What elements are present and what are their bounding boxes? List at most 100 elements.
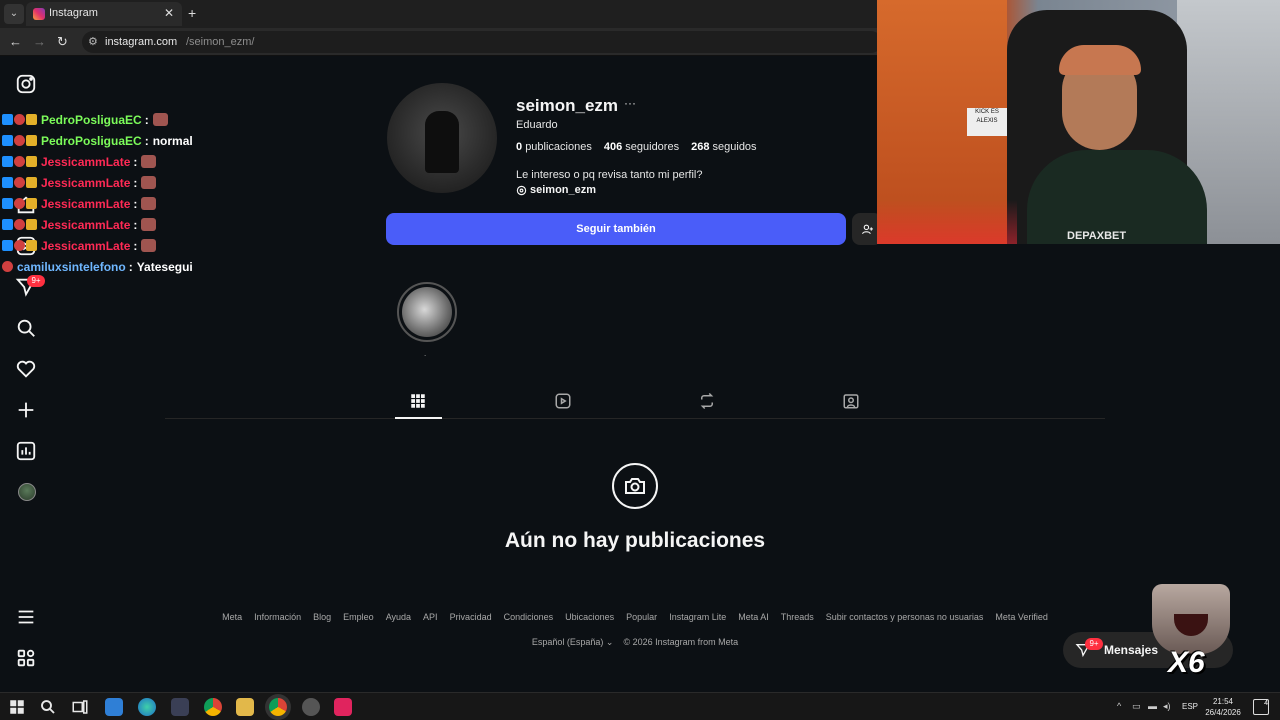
chat-emote-icon: [141, 197, 157, 210]
tab-reposts[interactable]: [695, 390, 719, 412]
posts-stat: 0 publicaciones: [516, 141, 592, 153]
chat-badges: [2, 219, 37, 230]
close-tab-icon[interactable]: ✕: [164, 6, 174, 20]
windows-start-icon[interactable]: [8, 698, 26, 716]
file-explorer-icon[interactable]: [236, 698, 254, 716]
empty-state-title: Aún no hay publicaciones: [504, 529, 766, 552]
reels-tab-icon: [555, 393, 571, 409]
footer-link[interactable]: Empleo: [343, 612, 374, 622]
task-view-icon[interactable]: [71, 698, 89, 716]
stream-chat-overlay: PedroPosliguaEC: PedroPosliguaEC: normal Je…: [2, 109, 262, 277]
url-path: /seimon_ezm/: [186, 36, 255, 48]
footer-link[interactable]: Subir contactos y personas no usuarias: [826, 612, 984, 622]
footer-link[interactable]: Popular: [626, 612, 657, 622]
address-bar[interactable]: ⚙ instagram.com /seimon_ezm/: [82, 31, 882, 53]
chat-badge-icon: [26, 240, 37, 251]
tab-tagged[interactable]: [839, 390, 863, 412]
follow-back-button[interactable]: Seguir también: [386, 213, 846, 245]
webcam-led-light: [877, 200, 1017, 244]
tray-chevron-up-icon[interactable]: ^: [1117, 701, 1121, 711]
back-arrow-icon[interactable]: ←: [9, 34, 22, 49]
chat-username[interactable]: JessicammLate: [41, 218, 130, 232]
create-plus-icon[interactable]: [14, 398, 38, 422]
edge-browser-icon[interactable]: [138, 698, 156, 716]
chrome-icon[interactable]: [204, 698, 222, 716]
messages-label: Mensajes: [1104, 643, 1159, 657]
footer-link[interactable]: Meta Verified: [995, 612, 1048, 622]
tray-language[interactable]: ESP: [1182, 702, 1198, 711]
footer-link[interactable]: Ayuda: [386, 612, 411, 622]
reload-icon[interactable]: ↻: [57, 34, 68, 50]
chrome-active-icon[interactable]: [269, 698, 287, 716]
chat-username[interactable]: PedroPosliguaEC: [41, 134, 142, 148]
profile-avatar[interactable]: [18, 483, 36, 501]
footer-link[interactable]: Blog: [313, 612, 331, 622]
chat-badge-icon: [14, 219, 25, 230]
chat-username[interactable]: JessicammLate: [41, 239, 130, 253]
tiktok-app-icon[interactable]: [334, 698, 352, 716]
footer-link[interactable]: Meta: [222, 612, 242, 622]
also-from-meta-icon[interactable]: [14, 646, 38, 670]
obs-app-icon[interactable]: [302, 698, 320, 716]
chat-badge-icon: [2, 198, 13, 209]
followers-count: 406: [603, 141, 623, 153]
tray-volume-icon[interactable]: ◂): [1163, 701, 1171, 712]
emote-mouth: [1174, 614, 1208, 636]
footer-link[interactable]: Threads: [781, 612, 814, 622]
chat-username[interactable]: JessicammLate: [41, 176, 130, 190]
footer-link[interactable]: Meta AI: [738, 612, 769, 622]
footer-link[interactable]: Instagram Lite: [669, 612, 726, 622]
profile-picture-figure: [425, 111, 459, 173]
chat-username[interactable]: PedroPosliguaEC: [41, 113, 142, 127]
footer-link[interactable]: API: [423, 612, 438, 622]
new-tab-button[interactable]: +: [188, 5, 196, 21]
chat-badge-icon: [26, 135, 37, 146]
chat-message: JessicammLate:: [2, 193, 262, 214]
footer-link[interactable]: Información: [254, 612, 301, 622]
footer-link[interactable]: Privacidad: [450, 612, 492, 622]
forward-arrow-icon[interactable]: →: [33, 34, 46, 49]
chat-badge-icon: [26, 114, 37, 125]
tray-clock[interactable]: 21:54 26/4/2026: [1200, 696, 1246, 718]
search-icon[interactable]: [14, 316, 38, 340]
active-tab-indicator: [395, 417, 442, 419]
footer-link[interactable]: Condiciones: [504, 612, 554, 622]
story-highlight[interactable]: [397, 282, 457, 342]
webcam-sign: KICK ES ALEXIS: [967, 108, 1007, 136]
browser-tab[interactable]: Instagram ✕: [26, 2, 182, 26]
webcam-shirt-text: DEPAXBET: [1067, 230, 1127, 242]
profile-picture[interactable]: [387, 83, 497, 193]
store-app-icon[interactable]: [171, 698, 189, 716]
mail-app-icon[interactable]: [105, 698, 123, 716]
notification-center-icon[interactable]: 4: [1253, 699, 1269, 715]
chat-badge-icon: [14, 177, 25, 188]
threads-link[interactable]: seimon_ezm: [516, 184, 596, 196]
chat-username[interactable]: JessicammLate: [41, 155, 130, 169]
tray-battery-icon[interactable]: ▬: [1148, 701, 1157, 711]
instagram-logo-icon[interactable]: [14, 72, 38, 96]
followers-stat[interactable]: 406 seguidores: [604, 141, 679, 153]
chat-badge-icon: [2, 219, 13, 230]
tray-network-icon[interactable]: ▭: [1132, 701, 1141, 712]
heart-icon[interactable]: [14, 357, 38, 381]
taskbar-search-icon[interactable]: [39, 698, 57, 716]
tab-posts-grid[interactable]: [406, 390, 430, 412]
tab-reels[interactable]: [551, 390, 575, 412]
more-options-icon[interactable]: ···: [624, 96, 636, 110]
chat-username[interactable]: camiluxsintelefono: [17, 260, 126, 274]
chat-separator: :: [133, 196, 138, 211]
chat-username[interactable]: JessicammLate: [41, 197, 130, 211]
tab-search-button[interactable]: ⌄: [4, 4, 24, 24]
language-selector[interactable]: Español (España) ⌄: [532, 637, 614, 648]
chat-separator: :: [133, 154, 138, 169]
chat-separator: :: [144, 112, 149, 127]
footer-link[interactable]: Ubicaciones: [565, 612, 614, 622]
following-stat[interactable]: 268 seguidos: [691, 141, 756, 153]
chat-badge-icon: [26, 198, 37, 209]
dashboard-chart-icon[interactable]: [14, 439, 38, 463]
profile-username: seimon_ezm: [516, 96, 619, 115]
language-label: Español (España): [531, 637, 604, 647]
site-info-icon[interactable]: ⚙: [88, 35, 98, 48]
threads-icon: [516, 185, 527, 195]
tagged-icon: [843, 394, 859, 409]
